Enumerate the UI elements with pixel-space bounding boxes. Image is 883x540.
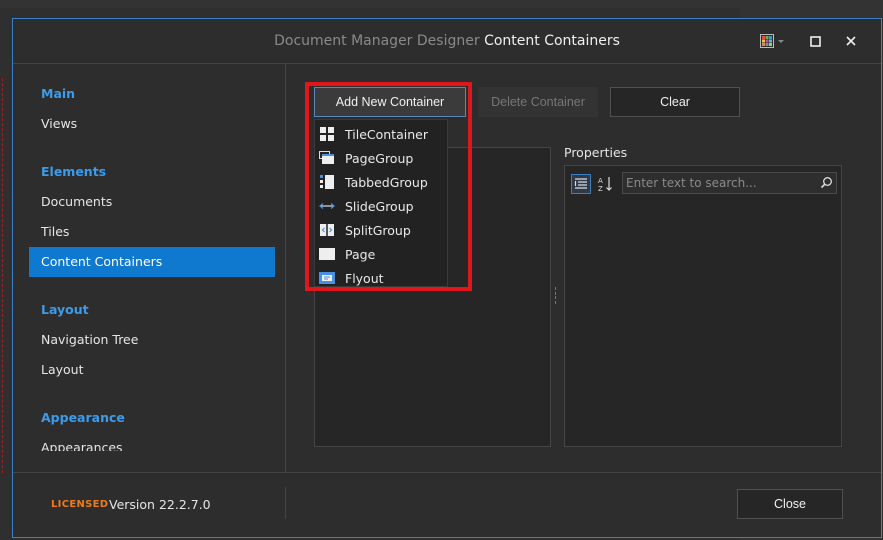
categorized-icon bbox=[574, 178, 587, 189]
categorized-view-button[interactable] bbox=[571, 174, 591, 194]
property-search-input[interactable] bbox=[626, 175, 816, 191]
splitter-grip bbox=[555, 287, 560, 289]
nav-group-layout: Layout bbox=[41, 302, 89, 317]
close-icon bbox=[846, 36, 856, 46]
footer-divider bbox=[13, 472, 881, 473]
property-search-box bbox=[622, 172, 837, 194]
title-bar: Document Manager Designer Content Contai… bbox=[13, 19, 881, 63]
sidebar-item-layout[interactable]: Layout bbox=[29, 355, 275, 385]
splitter-grip bbox=[555, 300, 560, 303]
nav-group-appearance: Appearance bbox=[41, 410, 125, 425]
sort-alphabetical-icon: A Z bbox=[598, 177, 612, 192]
splitter-grip bbox=[555, 291, 560, 294]
property-grid: A Z bbox=[564, 165, 842, 447]
panel-splitter[interactable] bbox=[555, 287, 559, 303]
designer-dialog: Document Manager Designer Content Contai… bbox=[12, 18, 882, 538]
nav-group-main: Main bbox=[41, 86, 76, 101]
maximize-icon bbox=[809, 35, 821, 47]
close-button[interactable]: Close bbox=[737, 489, 843, 519]
highlight-annotation-box bbox=[305, 82, 472, 291]
delete-container-button[interactable]: Delete Container bbox=[478, 87, 598, 117]
background-guide-line bbox=[2, 78, 3, 473]
splitter-grip bbox=[555, 296, 560, 299]
sidebar-item-appearances[interactable]: Appearances bbox=[29, 433, 275, 451]
nav-group-elements: Elements bbox=[41, 164, 107, 179]
sidebar-item-content-containers[interactable]: Content Containers bbox=[29, 247, 275, 277]
sidebar-item-navigation-tree[interactable]: Navigation Tree bbox=[29, 325, 275, 355]
footer-vertical-divider bbox=[285, 487, 286, 519]
skin-palette-button[interactable] bbox=[757, 31, 789, 51]
svg-text:A: A bbox=[598, 177, 603, 185]
svg-text:Z: Z bbox=[598, 185, 603, 192]
properties-label: Properties bbox=[564, 145, 628, 160]
clear-button[interactable]: Clear bbox=[610, 87, 740, 117]
licensed-badge: LICENSED bbox=[51, 499, 109, 510]
alphabetical-view-button[interactable]: A Z bbox=[595, 174, 615, 194]
maximize-button[interactable] bbox=[803, 31, 827, 51]
sidebar-item-tiles[interactable]: Tiles bbox=[29, 217, 275, 247]
sidebar-item-documents[interactable]: Documents bbox=[29, 187, 275, 217]
sidebar: Main Views Elements Documents Tiles Cont… bbox=[13, 64, 285, 472]
title-section: Content Containers bbox=[484, 33, 620, 49]
version-label: Version 22.2.7.0 bbox=[109, 497, 211, 512]
sidebar-item-views[interactable]: Views bbox=[29, 109, 275, 139]
title-prefix: Document Manager Designer bbox=[274, 33, 480, 49]
search-icon bbox=[820, 177, 832, 189]
sidebar-divider bbox=[285, 64, 286, 472]
close-window-button[interactable] bbox=[839, 31, 863, 51]
window-title: Document Manager Designer Content Contai… bbox=[13, 33, 881, 49]
palette-icon bbox=[760, 34, 784, 48]
